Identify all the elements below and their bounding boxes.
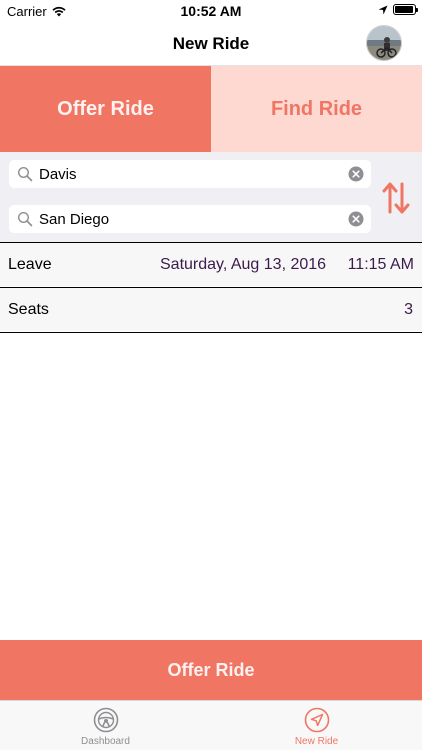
profile-photo-icon [367,26,401,60]
tab-new-ride-label: New Ride [294,736,339,747]
search-icon [17,166,33,182]
steering-wheel-icon [93,707,118,733]
status-bar: Carrier 10:52 AM [0,0,422,22]
leave-row[interactable]: Leave Saturday, Aug 13, 2016 11:15 AM [0,242,422,286]
battery-icon [393,4,418,15]
tab-dashboard[interactable]: Dashboard [0,701,211,750]
avatar[interactable] [366,25,402,61]
leave-time[interactable]: 11:15 AM [348,256,414,274]
destination-value: San Diego [39,210,110,228]
seats-label: Seats [8,300,49,318]
divider [0,332,422,333]
find-ride-tab[interactable]: Find Ride [211,66,422,152]
nav-bar: New Ride [0,22,422,66]
tab-dashboard-label: Dashboard [81,736,130,747]
clear-origin-icon[interactable] [348,166,364,182]
leave-date[interactable]: Saturday, Aug 13, 2016 [160,256,326,274]
route-search-area: Davis San Diego [0,152,422,242]
destination-search-field[interactable]: San Diego [9,205,371,233]
ride-type-segment: Offer Ride Find Ride [0,66,422,152]
tab-bar: Dashboard New Ride [0,700,422,750]
clear-destination-icon[interactable] [348,211,364,227]
offer-ride-tab-label: Offer Ride [57,97,154,120]
seats-value[interactable]: 3 [404,301,413,319]
find-ride-tab-label: Find Ride [270,97,363,120]
origin-value: Davis [39,165,77,183]
swap-arrows-icon[interactable] [382,181,410,215]
page-title: New Ride [172,34,250,53]
search-icon [17,211,33,227]
offer-ride-tab[interactable]: Offer Ride [0,66,211,152]
origin-search-field[interactable]: Davis [9,160,371,188]
leave-label: Leave [8,255,52,273]
navigation-arrow-icon [304,707,329,733]
location-arrow-icon [378,5,388,14]
seats-row[interactable]: Seats 3 [0,287,422,331]
tab-new-ride[interactable]: New Ride [211,701,422,750]
offer-ride-button-label: Offer Ride [167,659,255,680]
offer-ride-button[interactable]: Offer Ride [0,640,422,700]
status-time: 10:52 AM [180,3,242,19]
battery-fill [395,6,414,13]
